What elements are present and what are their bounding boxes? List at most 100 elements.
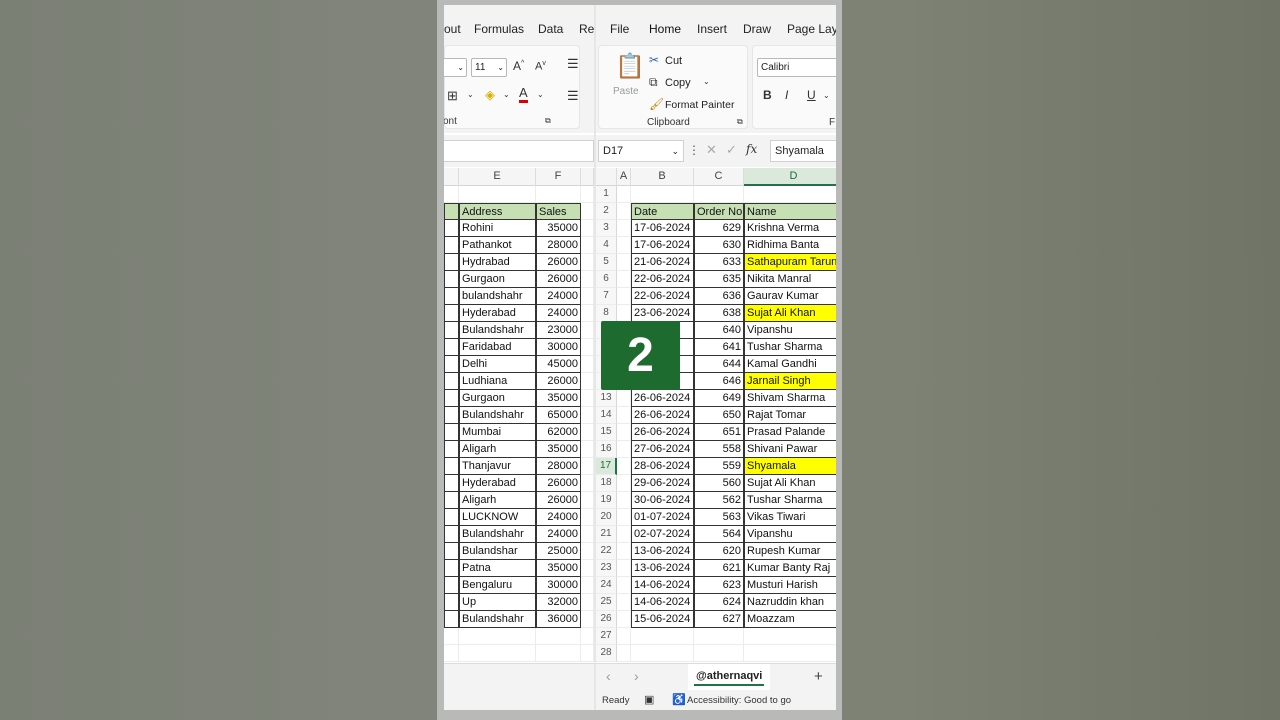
grid-cell[interactable]	[581, 339, 594, 356]
table-cell[interactable]: Bulandshahr	[459, 407, 536, 424]
add-sheet-button[interactable]: +	[814, 668, 823, 685]
format-painter-icon[interactable]: 🖌	[649, 97, 664, 111]
table-cell[interactable]	[444, 390, 459, 407]
table-cell[interactable]: 641	[694, 339, 744, 356]
table-cell[interactable]: 640	[694, 322, 744, 339]
table-cell[interactable]: 24000	[536, 288, 581, 305]
table-header-cell[interactable]	[444, 203, 459, 220]
table-cell[interactable]: 24000	[536, 509, 581, 526]
grid-cell[interactable]	[581, 373, 594, 390]
column-header-b[interactable]: B	[631, 168, 694, 186]
table-cell[interactable]: Shivam Sharma	[744, 390, 836, 407]
table-cell[interactable]: 23-06-2024	[631, 305, 694, 322]
table-cell[interactable]: 562	[694, 492, 744, 509]
table-cell[interactable]: Faridabad	[459, 339, 536, 356]
table-cell[interactable]: Aligarh	[459, 492, 536, 509]
table-cell[interactable]: 26-06-2024	[631, 424, 694, 441]
table-cell[interactable]: Bulandshar	[459, 543, 536, 560]
row-number[interactable]: 23	[596, 560, 617, 577]
table-cell[interactable]: 636	[694, 288, 744, 305]
grid-cell[interactable]	[581, 628, 594, 645]
cancel-icon[interactable]: ✕	[706, 142, 717, 158]
table-cell[interactable]: 624	[694, 594, 744, 611]
table-cell[interactable]: 35000	[536, 441, 581, 458]
table-cell[interactable]: 13-06-2024	[631, 560, 694, 577]
enter-icon[interactable]: ✓	[726, 142, 737, 158]
table-cell[interactable]: Nikita Manral	[744, 271, 836, 288]
grid-cell[interactable]	[617, 492, 631, 509]
table-cell[interactable]	[444, 526, 459, 543]
table-cell[interactable]: Hyderabad	[459, 305, 536, 322]
grid-cell[interactable]	[617, 288, 631, 305]
table-cell[interactable]: 15-06-2024	[631, 611, 694, 628]
grid-cell[interactable]	[617, 560, 631, 577]
table-cell[interactable]: 633	[694, 254, 744, 271]
table-cell[interactable]: Tushar Sharma	[744, 492, 836, 509]
dialog-launcher-icon[interactable]: ⧉	[545, 116, 551, 126]
fill-color-icon[interactable]: ◈	[485, 87, 495, 103]
table-cell[interactable]	[444, 475, 459, 492]
table-cell[interactable]: Hyderabad	[459, 475, 536, 492]
table-cell[interactable]: Rohini	[459, 220, 536, 237]
formula-input[interactable]: Shyamala	[770, 140, 836, 162]
grid-cell[interactable]	[581, 271, 594, 288]
paste-icon[interactable]: 📋	[615, 52, 645, 81]
table-cell[interactable]: 14-06-2024	[631, 577, 694, 594]
row-number[interactable]: 25	[596, 594, 617, 611]
table-cell[interactable]: 26000	[536, 254, 581, 271]
column-header-a[interactable]: A	[617, 168, 631, 186]
table-cell[interactable]: 646	[694, 373, 744, 390]
grid-cell[interactable]	[631, 186, 694, 203]
table-cell[interactable]: Rupesh Kumar	[744, 543, 836, 560]
table-cell[interactable]: Bulandshahr	[459, 611, 536, 628]
grid-cell[interactable]	[617, 220, 631, 237]
font-name-dropdown[interactable]: ⌄	[444, 58, 467, 77]
select-all-corner[interactable]	[596, 168, 617, 186]
table-cell[interactable]: Jarnail Singh	[744, 373, 836, 390]
table-cell[interactable]: 01-07-2024	[631, 509, 694, 526]
chevron-down-icon[interactable]: ⌄	[537, 90, 544, 99]
table-cell[interactable]: 621	[694, 560, 744, 577]
tab-review[interactable]: Re	[579, 22, 594, 36]
next-sheet-icon[interactable]: ›	[634, 668, 639, 684]
table-cell[interactable]: 629	[694, 220, 744, 237]
decrease-font-size-icon[interactable]: Av	[535, 60, 546, 73]
table-cell[interactable]	[444, 543, 459, 560]
table-cell[interactable]: LUCKNOW	[459, 509, 536, 526]
table-cell[interactable]: 45000	[536, 356, 581, 373]
grid-cell[interactable]	[581, 186, 594, 203]
grid-cell[interactable]	[581, 424, 594, 441]
grid-cell[interactable]	[581, 407, 594, 424]
table-cell[interactable]	[444, 492, 459, 509]
table-cell[interactable]: Prasad Palande	[744, 424, 836, 441]
grid-cell[interactable]	[617, 475, 631, 492]
grid-cell[interactable]	[581, 475, 594, 492]
grid-cell[interactable]	[617, 628, 631, 645]
grid-cell[interactable]	[617, 611, 631, 628]
table-cell[interactable]: 14-06-2024	[631, 594, 694, 611]
table-cell[interactable]: 26-06-2024	[631, 390, 694, 407]
table-cell[interactable]: 26000	[536, 475, 581, 492]
grid-cell[interactable]	[581, 611, 594, 628]
row-number[interactable]: 18	[596, 475, 617, 492]
row-number[interactable]: 8	[596, 305, 617, 322]
table-cell[interactable]: 28000	[536, 237, 581, 254]
table-cell[interactable]: Moazzam	[744, 611, 836, 628]
row-number[interactable]: 2	[596, 203, 617, 220]
row-number[interactable]: 3	[596, 220, 617, 237]
grid-cell[interactable]	[617, 237, 631, 254]
align-left-icon[interactable]: ☰	[567, 88, 579, 104]
column-header-e[interactable]: E	[459, 168, 536, 186]
macro-record-icon[interactable]: ▣	[644, 693, 654, 706]
grid-cell[interactable]	[581, 220, 594, 237]
table-cell[interactable]: 36000	[536, 611, 581, 628]
table-cell[interactable]: Aligarh	[459, 441, 536, 458]
table-cell[interactable]: Rajat Tomar	[744, 407, 836, 424]
row-number[interactable]: 13	[596, 390, 617, 407]
grid-cell[interactable]	[744, 186, 836, 203]
name-box[interactable]: D17 ⌄	[598, 140, 684, 162]
grid-cell[interactable]	[744, 628, 836, 645]
grid-cell[interactable]	[581, 288, 594, 305]
table-cell[interactable]	[444, 441, 459, 458]
grid-cell[interactable]	[581, 458, 594, 475]
